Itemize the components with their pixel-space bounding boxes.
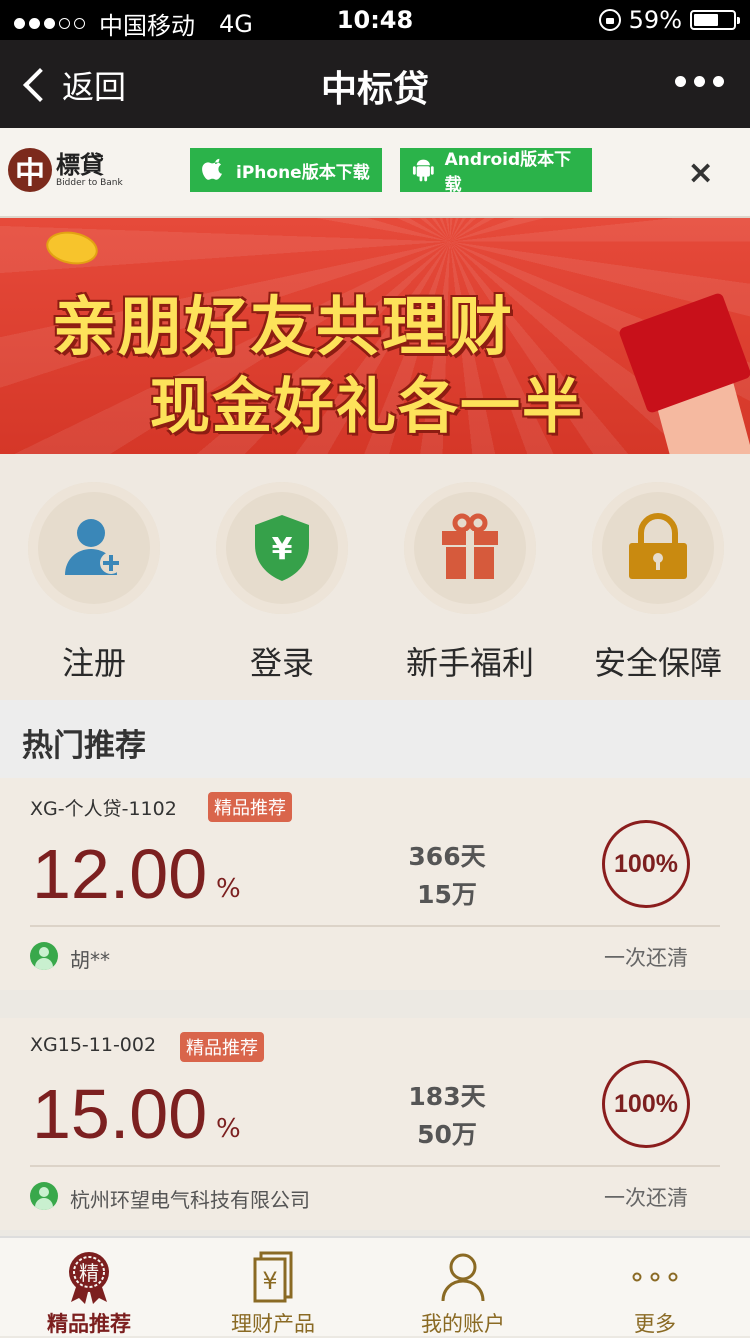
shortcut-newbie-benefits[interactable]: 新手福利 (376, 482, 564, 684)
logo-mark: 中 (8, 148, 52, 192)
apple-icon (202, 158, 222, 180)
section-title: 热门推荐 (22, 728, 146, 764)
rotation-lock-icon (598, 9, 621, 31)
banner-headline: 亲朋好友共理财 (52, 290, 514, 365)
yuan-document-icon: ¥ (253, 1251, 293, 1303)
borrower-avatar-icon (30, 942, 58, 970)
svg-text:¥: ¥ (272, 532, 293, 567)
status-bar: 中国移动 4G 10:48 59% (0, 0, 750, 40)
bottom-tab-bar: 精 精品推荐 ¥ 理财产品 我的账户 更多 (0, 1236, 750, 1336)
repayment-method: 一次还清 (604, 946, 688, 970)
tab-more[interactable]: 更多 (580, 1248, 730, 1338)
status-right: 59% (598, 6, 740, 34)
loan-term-info: 183天 50万 (380, 1078, 514, 1154)
badge-jing-icon: 精 (69, 1252, 109, 1304)
product-name: XG-个人贷-1102 (30, 798, 177, 820)
banner-subheadline: 现金好礼各一半 (150, 372, 584, 442)
brand-logo: 中 標貸 Bidder to Bank (8, 148, 123, 192)
product-card[interactable]: XG-个人贷-1102 精品推荐 12.00 % 366天 15万 100% 胡… (0, 778, 750, 990)
borrower-name: 杭州环望电气科技有限公司 (70, 1188, 310, 1212)
loan-amount: 50万 (417, 1120, 477, 1149)
rate-unit: % (216, 874, 241, 904)
divider (30, 925, 720, 927)
progress-ring: 100% (602, 820, 690, 908)
battery-icon (690, 10, 740, 30)
nav-bar: 返回 中标贷 (0, 40, 750, 128)
user-icon (441, 1253, 485, 1302)
shortcut-security[interactable]: 安全保障 (564, 482, 750, 684)
product-name: XG15-11-002 (30, 1034, 157, 1056)
battery-percent: 59% (628, 6, 682, 34)
app-download-bar: 中 標貸 Bidder to Bank iPhone版本下载 Android版本… (0, 128, 750, 218)
shortcut-login[interactable]: ¥ 登录 (188, 482, 376, 684)
android-download-button[interactable]: Android版本下载 (400, 148, 592, 195)
gift-icon (442, 513, 498, 579)
shortcut-label: 登录 (249, 644, 314, 682)
iphone-download-label: iPhone版本下载 (236, 162, 370, 183)
svg-text:¥: ¥ (262, 1267, 277, 1295)
interest-rate: 12.00 (32, 835, 208, 913)
tab-products[interactable]: ¥ 理财产品 (198, 1248, 348, 1338)
shield-yuan-icon: ¥ (255, 515, 309, 581)
iphone-download-button[interactable]: iPhone版本下载 (190, 148, 382, 192)
shortcut-label: 新手福利 (405, 644, 534, 682)
loan-amount: 15万 (417, 880, 477, 909)
user-plus-icon (65, 519, 122, 575)
padlock-icon (629, 513, 687, 579)
product-card[interactable]: XG15-11-002 精品推荐 15.00 % 183天 50万 100% 杭… (0, 1018, 750, 1230)
close-download-bar-button[interactable]: × (687, 156, 714, 188)
borrower-name: 胡** (70, 948, 110, 972)
progress-ring: 100% (602, 1060, 690, 1148)
more-options-button[interactable] (675, 76, 724, 87)
loan-term-info: 366天 15万 (380, 838, 514, 914)
shortcut-grid: 注册 ¥ 登录 新手福利 安全保障 (0, 454, 750, 700)
android-download-label: Android版本下载 (444, 150, 572, 195)
loan-term: 366天 (408, 842, 486, 871)
featured-badge: 精品推荐 (180, 1032, 264, 1062)
logo-chinese: 標貸 (56, 150, 104, 179)
interest-rate: 15.00 (32, 1075, 208, 1153)
logo-english: Bidder to Bank (56, 178, 123, 188)
android-icon (412, 159, 434, 182)
tab-featured[interactable]: 精 精品推荐 (14, 1248, 164, 1338)
loan-term: 183天 (408, 1082, 486, 1111)
featured-badge: 精品推荐 (208, 792, 292, 822)
rate-unit: % (216, 1114, 241, 1144)
repayment-method: 一次还清 (604, 1186, 688, 1210)
promo-banner[interactable]: 亲朋好友共理财 现金好礼各一半 (0, 218, 750, 454)
shortcut-label: 安全保障 (593, 644, 722, 682)
shortcut-register[interactable]: 注册 (0, 482, 188, 684)
svg-text:精: 精 (79, 1261, 99, 1285)
divider (30, 1165, 720, 1167)
page-title: 中标贷 (320, 69, 429, 110)
shortcut-label: 注册 (61, 644, 126, 682)
borrower-avatar-icon (30, 1182, 58, 1210)
section-header: 热门推荐 (0, 700, 750, 778)
tab-account[interactable]: 我的账户 (388, 1248, 538, 1338)
more-dots-icon (632, 1272, 678, 1282)
